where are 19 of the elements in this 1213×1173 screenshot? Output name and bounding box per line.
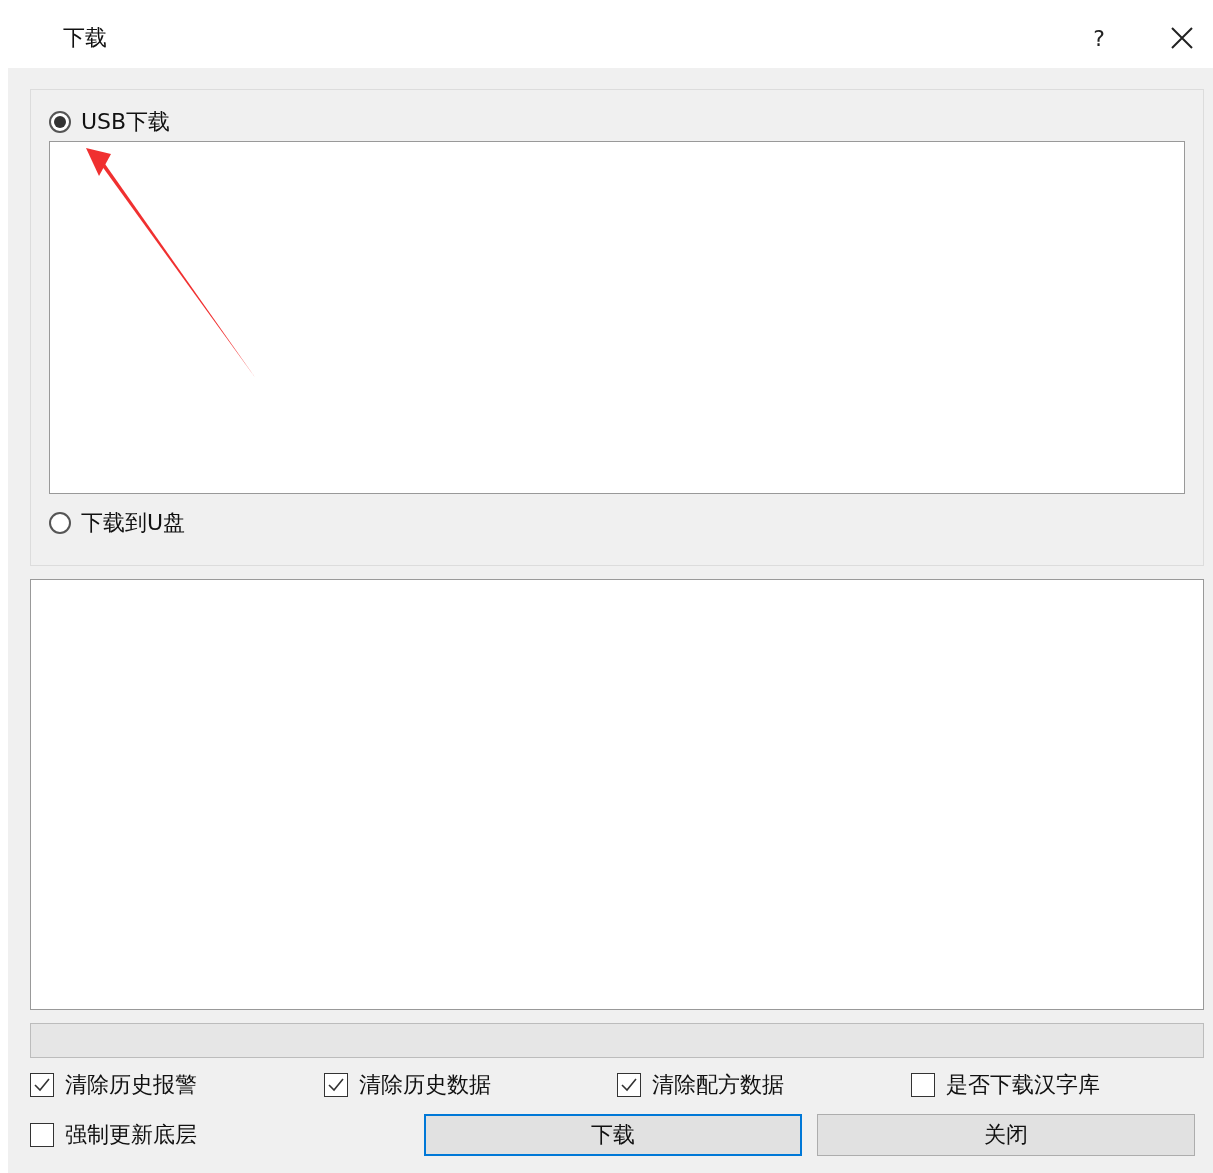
checkbox[interactable] bbox=[30, 1123, 54, 1147]
window-title: 下载 bbox=[63, 24, 108, 52]
checkbox[interactable] bbox=[30, 1073, 54, 1097]
checkbox-label: 清除历史报警 bbox=[65, 1071, 197, 1099]
radio-button[interactable] bbox=[49, 512, 71, 534]
radio-button[interactable] bbox=[49, 111, 71, 133]
checkbox[interactable] bbox=[910, 1073, 935, 1097]
checkbox-label: 清除配方数据 bbox=[652, 1071, 784, 1099]
close-icon[interactable] bbox=[1171, 27, 1193, 49]
checkbox[interactable] bbox=[617, 1073, 641, 1097]
radio-label: USB下载 bbox=[81, 108, 171, 136]
checkbox[interactable] bbox=[323, 1073, 348, 1097]
download-button[interactable]: 下载 bbox=[424, 1114, 802, 1156]
checkbox-label: 清除历史数据 bbox=[358, 1071, 491, 1099]
checkbox-label: 强制更新底层 bbox=[65, 1121, 197, 1149]
close-button[interactable]: 关闭 bbox=[817, 1114, 1195, 1156]
help-button[interactable]: ? bbox=[1093, 25, 1105, 51]
checkbox-label: 是否下载汉字库 bbox=[945, 1071, 1100, 1099]
radio-label: 下载到U盘 bbox=[81, 509, 186, 537]
